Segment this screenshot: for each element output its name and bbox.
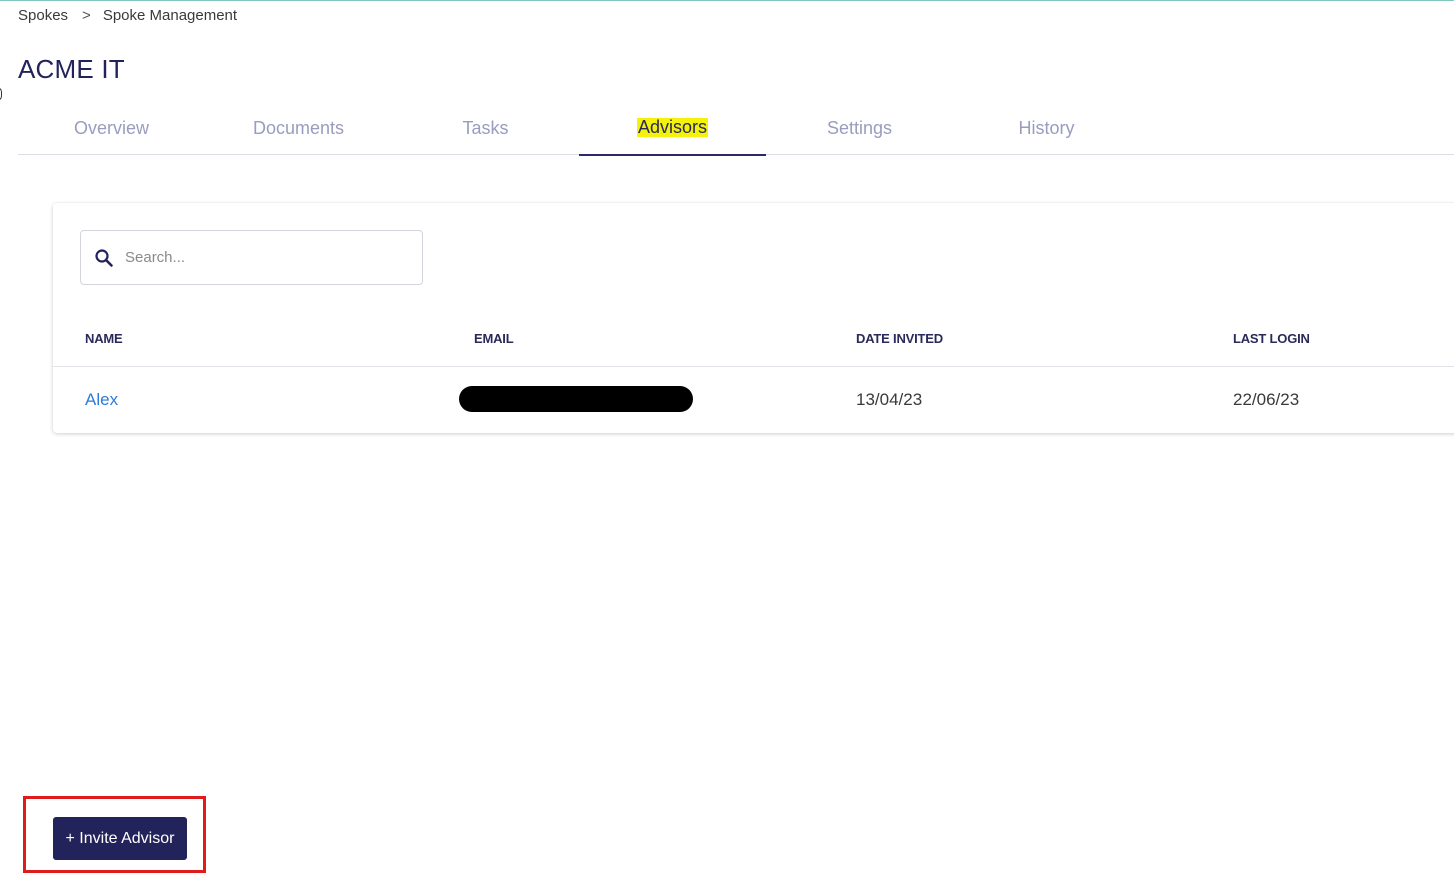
- tab-bar: Overview Documents Tasks Advisors Settin…: [18, 105, 1454, 156]
- tab-label: Documents: [252, 118, 345, 138]
- advisors-card: NAME EMAIL DATE INVITED LAST LOGIN Alex …: [53, 203, 1454, 433]
- tab-label: Overview: [73, 118, 149, 138]
- date-invited-cell: 13/04/23: [856, 390, 923, 409]
- search-box[interactable]: [80, 230, 423, 285]
- tab-documents[interactable]: Documents: [205, 105, 392, 155]
- column-header-name[interactable]: NAME: [85, 331, 123, 346]
- tab-label: Advisors: [636, 117, 709, 137]
- collapse-handle[interactable]: [0, 87, 2, 101]
- breadcrumb-separator: >: [82, 7, 91, 24]
- table-row[interactable]: Alex 13/04/23 22/06/23: [53, 368, 1454, 433]
- top-divider: [0, 0, 1454, 1]
- invite-advisor-button[interactable]: + Invite Advisor: [53, 817, 187, 860]
- tab-advisors[interactable]: Advisors: [579, 105, 766, 156]
- redacted-email: [459, 386, 693, 412]
- tab-label: History: [1018, 118, 1075, 138]
- tab-tasks[interactable]: Tasks: [392, 105, 579, 155]
- advisor-name-link[interactable]: Alex: [85, 390, 118, 410]
- breadcrumb-item-spokes[interactable]: Spokes: [18, 7, 68, 24]
- column-header-last-login[interactable]: LAST LOGIN: [1233, 331, 1310, 346]
- table-header: NAME EMAIL DATE INVITED LAST LOGIN: [53, 323, 1454, 367]
- search-input[interactable]: [125, 249, 405, 266]
- breadcrumb: Spokes > Spoke Management: [18, 7, 237, 24]
- tab-history[interactable]: History: [953, 105, 1140, 155]
- breadcrumb-item-spoke-management: Spoke Management: [102, 7, 238, 24]
- column-header-email[interactable]: EMAIL: [474, 331, 514, 346]
- tab-settings[interactable]: Settings: [766, 105, 953, 155]
- tab-label: Tasks: [462, 118, 509, 138]
- column-header-date-invited[interactable]: DATE INVITED: [856, 331, 943, 346]
- page-title: ACME IT: [18, 54, 125, 84]
- tab-label: Settings: [826, 118, 893, 138]
- last-login-cell: 22/06/23: [1233, 390, 1300, 409]
- search-icon: [94, 248, 114, 268]
- tab-overview[interactable]: Overview: [18, 105, 205, 155]
